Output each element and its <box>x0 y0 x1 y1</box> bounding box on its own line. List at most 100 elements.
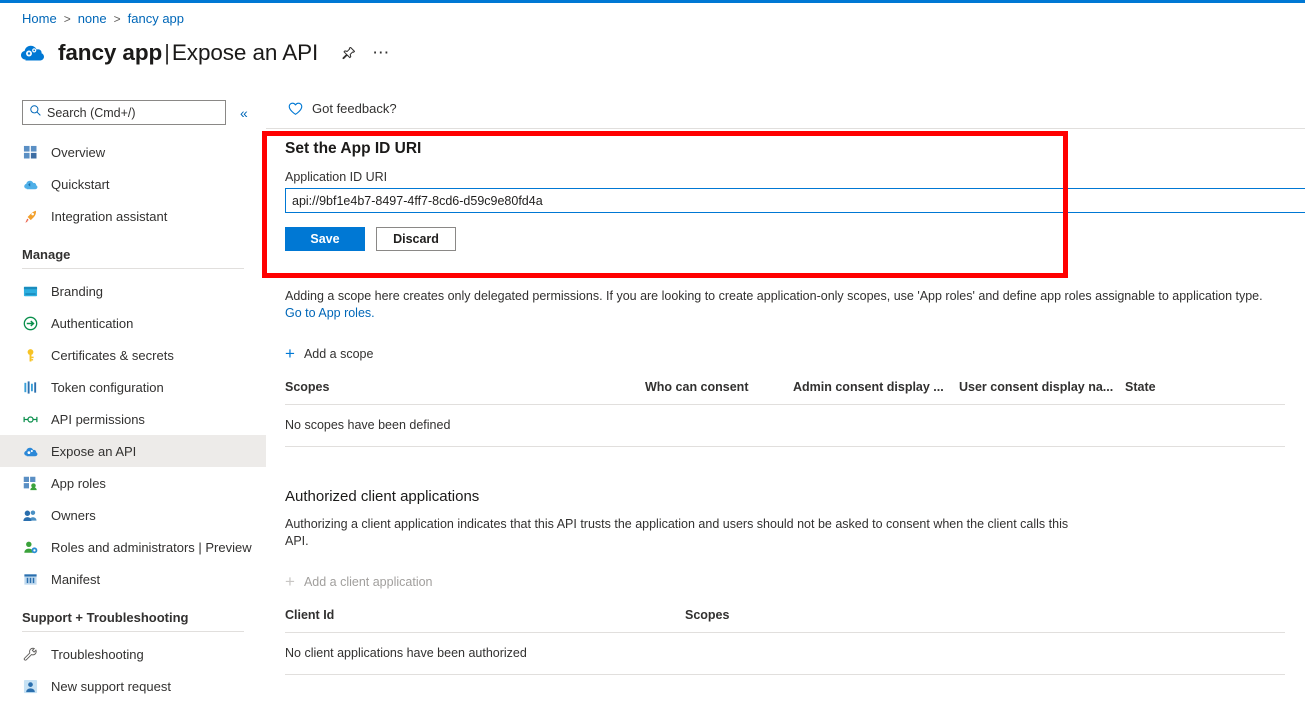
sidebar-item-branding[interactable]: Branding <box>0 275 266 307</box>
add-a-client-application-label: Add a client application <box>304 575 433 589</box>
authorized-clients-description: Authorizing a client application indicat… <box>285 516 1085 550</box>
application-id-uri-label: Application ID URI <box>285 170 1305 184</box>
breadcrumb-separator: > <box>114 12 121 26</box>
sidebar-item-expose-an-api[interactable]: Expose an API <box>0 435 266 467</box>
sidebar-search-row: « <box>22 100 248 125</box>
sidebar-item-authentication[interactable]: Authentication <box>0 307 266 339</box>
scopes-table: Scopes Who can consent Admin consent dis… <box>285 380 1285 447</box>
quickstart-cloud-icon <box>22 176 39 193</box>
authorized-clients-heading: Authorized client applications <box>285 488 1285 505</box>
owners-people-icon <box>22 507 39 524</box>
authentication-arrow-icon <box>22 315 39 332</box>
page-title-app: fancy app <box>58 40 162 65</box>
search-box[interactable] <box>22 100 226 125</box>
sidebar-item-app-roles[interactable]: App roles <box>0 467 266 499</box>
column-header-scopes[interactable]: Scopes <box>285 380 645 404</box>
sidebar-item-token-configuration[interactable]: Token configuration <box>0 371 266 403</box>
api-permissions-icon <box>22 411 39 428</box>
discard-button[interactable]: Discard <box>376 227 456 251</box>
sidebar-item-new-support-request[interactable]: New support request <box>0 670 266 702</box>
roles-admin-icon <box>22 539 39 556</box>
sidebar-item-quickstart[interactable]: Quickstart <box>0 168 266 200</box>
breadcrumb-separator: > <box>64 12 71 26</box>
sidebar-item-label: Authentication <box>51 316 133 331</box>
sidebar-group-manage: Manage <box>0 232 266 265</box>
overview-grid-icon <box>22 144 39 161</box>
add-a-client-application-button[interactable]: + Add a client application <box>285 573 433 590</box>
plus-icon: + <box>285 573 295 590</box>
rocket-icon <box>22 208 39 225</box>
support-person-icon <box>22 678 39 695</box>
breadcrumb-item-fancy-app[interactable]: fancy app <box>128 11 184 26</box>
sidebar-item-label: Manifest <box>51 572 100 587</box>
scopes-section: Adding a scope here creates only delegat… <box>285 288 1285 447</box>
add-a-scope-label: Add a scope <box>304 347 374 361</box>
expose-api-cloud-icon <box>22 443 39 460</box>
search-icon <box>29 104 42 122</box>
authorized-client-applications-section: Authorized client applications Authorizi… <box>285 488 1285 675</box>
page-title: fancy app|Expose an API <box>58 40 318 66</box>
token-bars-icon <box>22 379 39 396</box>
got-feedback-button[interactable]: Got feedback? <box>288 101 397 116</box>
breadcrumb-item-none[interactable]: none <box>78 11 107 26</box>
column-header-who-can-consent[interactable]: Who can consent <box>645 380 793 404</box>
sidebar-item-roles-and-administrators[interactable]: Roles and administrators | Preview <box>0 531 266 563</box>
sidebar-item-integration-assistant[interactable]: Integration assistant <box>0 200 266 232</box>
sidebar-collapse-button[interactable]: « <box>240 106 248 120</box>
sidebar-item-label: Certificates & secrets <box>51 348 174 363</box>
breadcrumb-item-home[interactable]: Home <box>22 11 57 26</box>
content-top-divider <box>266 128 1305 129</box>
heart-icon <box>288 102 303 116</box>
sidebar-item-label: Integration assistant <box>51 209 167 224</box>
sidebar-group-divider <box>22 631 244 632</box>
authorized-clients-empty-message: No client applications have been authori… <box>285 633 1285 675</box>
app-registration-cloud-icon <box>18 38 48 68</box>
sidebar-group-divider <box>22 268 244 269</box>
sidebar-item-api-permissions[interactable]: API permissions <box>0 403 266 435</box>
column-header-scopes[interactable]: Scopes <box>685 608 1285 632</box>
column-header-state[interactable]: State <box>1125 380 1285 404</box>
sidebar-item-manifest[interactable]: Manifest <box>0 563 266 595</box>
scopes-empty-message: No scopes have been defined <box>285 405 1285 447</box>
uri-panel-actions: Save Discard <box>285 227 456 251</box>
sidebar-item-label: Overview <box>51 145 105 160</box>
sidebar-item-label: Token configuration <box>51 380 164 395</box>
go-to-app-roles-link[interactable]: Go to App roles. <box>285 306 375 320</box>
table-row: No scopes have been defined <box>285 405 1285 447</box>
sidebar-item-label: Troubleshooting <box>51 647 144 662</box>
search-input[interactable] <box>47 106 217 120</box>
column-header-user-consent-display[interactable]: User consent display na... <box>959 380 1125 404</box>
key-icon <box>22 347 39 364</box>
sidebar-item-overview[interactable]: Overview <box>0 136 266 168</box>
scopes-description: Adding a scope here creates only delegat… <box>285 288 1270 322</box>
got-feedback-label: Got feedback? <box>312 101 397 116</box>
column-header-admin-consent-display[interactable]: Admin consent display ... <box>793 380 959 404</box>
sidebar-item-certificates-secrets[interactable]: Certificates & secrets <box>0 339 266 371</box>
sidebar-item-label: Expose an API <box>51 444 136 459</box>
sidebar-item-label: Branding <box>51 284 103 299</box>
add-a-scope-button[interactable]: + Add a scope <box>285 345 373 362</box>
sidebar-item-label: App roles <box>51 476 106 491</box>
sidebar-item-label: Roles and administrators | Preview <box>51 540 252 555</box>
page-header: fancy app|Expose an API ⋯ <box>18 38 393 68</box>
sidebar-item-label: API permissions <box>51 412 145 427</box>
azure-portal-page: Home > none > fancy app fancy app|Expose… <box>0 0 1305 704</box>
column-header-client-id[interactable]: Client Id <box>285 608 685 632</box>
save-button[interactable]: Save <box>285 227 365 251</box>
sidebar-item-owners[interactable]: Owners <box>0 499 266 531</box>
table-row: No client applications have been authori… <box>285 633 1285 675</box>
application-id-uri-input[interactable] <box>285 188 1305 213</box>
authorized-clients-table: Client Id Scopes No client applications … <box>285 608 1285 675</box>
sidebar-item-label: New support request <box>51 679 171 694</box>
top-accent-rule <box>0 0 1305 3</box>
uri-panel-heading: Set the App ID URI <box>285 140 1305 158</box>
sidebar-item-troubleshooting[interactable]: Troubleshooting <box>0 638 266 670</box>
sidebar-item-label: Quickstart <box>51 177 110 192</box>
scopes-description-text: Adding a scope here creates only delegat… <box>285 289 1263 303</box>
sidebar-nav: Overview Quickstart <box>0 136 266 702</box>
table-header-row: Scopes Who can consent Admin consent dis… <box>285 380 1285 404</box>
set-app-id-uri-panel: Set the App ID URI Application ID URI Sa… <box>285 140 1305 189</box>
manifest-icon <box>22 571 39 588</box>
ellipsis-icon[interactable]: ⋯ <box>369 41 393 65</box>
pin-icon[interactable] <box>336 41 360 65</box>
